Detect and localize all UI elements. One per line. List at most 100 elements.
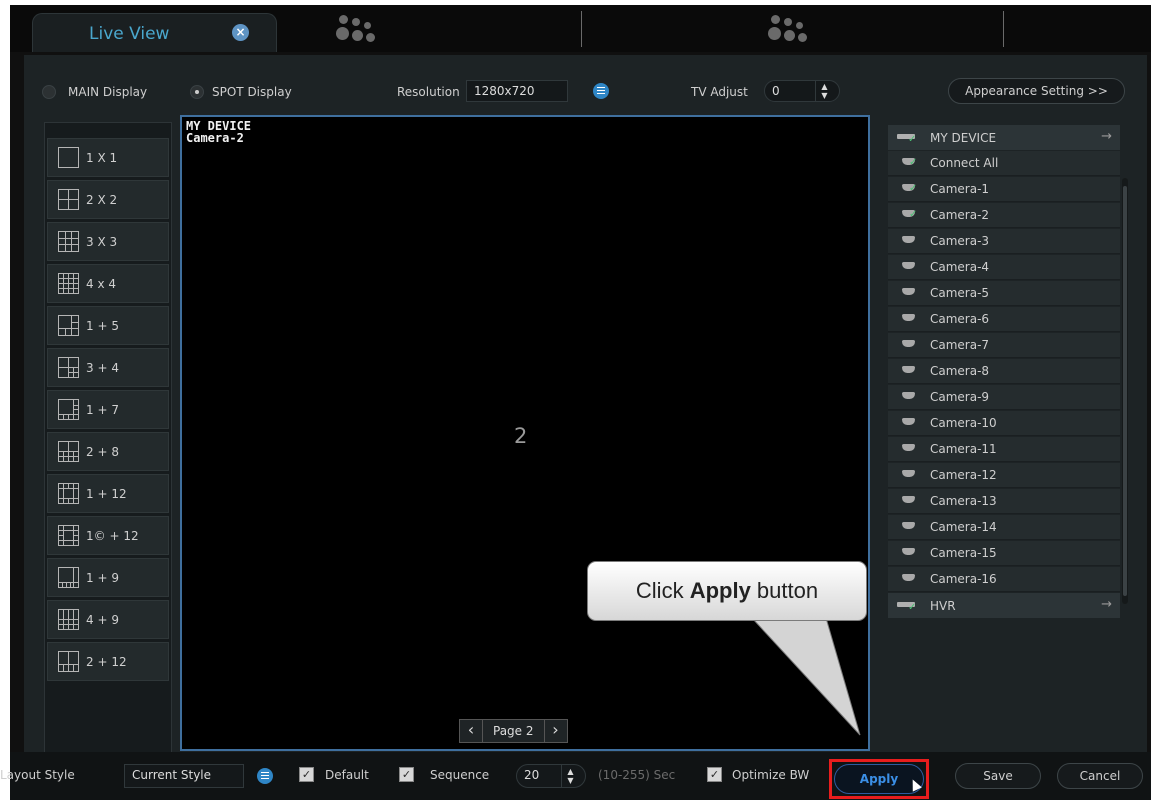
- callout-text: button: [750, 578, 819, 603]
- main-display-radio[interactable]: [42, 85, 56, 99]
- spinner-icon[interactable]: ▲ ▼: [815, 80, 833, 102]
- camera-row[interactable]: Camera-2: [888, 203, 1120, 228]
- arrow-right-icon[interactable]: →: [1101, 129, 1112, 144]
- camera-row[interactable]: Camera-12: [888, 463, 1120, 488]
- camera-row[interactable]: Camera-9: [888, 385, 1120, 410]
- callout-box: Click Apply button: [587, 561, 867, 621]
- sequence-field[interactable]: 20 ▲ ▼: [516, 764, 586, 788]
- layout-item[interactable]: 1 + 9: [47, 558, 169, 597]
- layout-4x4-icon: [58, 273, 79, 294]
- save-button[interactable]: Save: [955, 763, 1041, 789]
- camera-row[interactable]: Camera-7: [888, 333, 1120, 358]
- layout-item[interactable]: 4 + 9: [47, 600, 169, 639]
- cancel-button[interactable]: Cancel: [1057, 763, 1143, 789]
- layout-label: 4 + 9: [86, 612, 119, 627]
- camera-label: Camera-1: [930, 182, 990, 196]
- scrollbar[interactable]: [1122, 178, 1128, 604]
- chevron-left-icon[interactable]: ‹: [459, 719, 483, 743]
- layout-item[interactable]: 1 + 7: [47, 390, 169, 429]
- layout-2plus12-icon: [58, 651, 79, 672]
- connect-all-label: Connect All: [930, 156, 999, 170]
- layout-label: 4 x 4: [86, 276, 116, 291]
- page-label: Page 2: [483, 719, 544, 743]
- camera-icon: [898, 364, 920, 378]
- optimize-bw-label: Optimize BW: [732, 768, 810, 782]
- layout-label: 3 X 3: [86, 234, 118, 249]
- spinner-icon[interactable]: ▲ ▼: [561, 765, 579, 787]
- scrollbar-thumb[interactable]: [1123, 186, 1127, 596]
- camera-row[interactable]: Camera-5: [888, 281, 1120, 306]
- camera-row[interactable]: Camera-1: [888, 177, 1120, 202]
- tab-separator: [1003, 11, 1004, 47]
- live-view-window: Live View × MAIN Display SPOT Display Re: [0, 5, 1151, 800]
- optimize-bw-checkbox[interactable]: ✓: [707, 767, 722, 782]
- list-icon[interactable]: [593, 83, 609, 99]
- device-row-my-device[interactable]: MY DEVICE →: [888, 125, 1120, 150]
- arrow-right-icon[interactable]: →: [1101, 597, 1112, 612]
- device-row-hvr[interactable]: HVR →: [888, 593, 1120, 618]
- camera-row[interactable]: Camera-15: [888, 541, 1120, 566]
- camera-label: Camera-3: [930, 234, 990, 248]
- default-checkbox[interactable]: ✓: [299, 767, 314, 782]
- camera-row[interactable]: Camera-10: [888, 411, 1120, 436]
- main-panel: MAIN Display SPOT Display Resolution 128…: [24, 55, 1147, 795]
- layout-item[interactable]: 3 X 3: [47, 222, 169, 261]
- layout-label: 1 + 9: [86, 570, 119, 585]
- camera-icon: [898, 312, 920, 326]
- layout-item[interactable]: 1 + 5: [47, 306, 169, 345]
- camera-row[interactable]: Camera-8: [888, 359, 1120, 384]
- camera-icon: [898, 390, 920, 404]
- list-icon[interactable]: [257, 768, 273, 784]
- layout-1plus5-icon: [58, 315, 79, 336]
- layout-item[interactable]: 2 + 12: [47, 642, 169, 681]
- tab-live-view[interactable]: Live View ×: [32, 13, 277, 52]
- camera-row[interactable]: Camera-16: [888, 567, 1120, 592]
- sequence-value: 20: [524, 768, 540, 782]
- camera-row[interactable]: Camera-3: [888, 229, 1120, 254]
- camera-label: Camera-6: [930, 312, 990, 326]
- tab-bar: Live View ×: [10, 5, 1151, 52]
- camera-row[interactable]: Camera-14: [888, 515, 1120, 540]
- camera-label: Camera-16: [930, 572, 997, 586]
- layout-4plus9-icon: [58, 609, 79, 630]
- default-label: Default: [325, 768, 369, 782]
- bottom-bar: Layout Style Current Style ✓ Default ✓ S…: [0, 752, 1151, 800]
- layout-3plus4-icon: [58, 357, 79, 378]
- layout-label: 1 + 5: [86, 318, 119, 333]
- live-viewport[interactable]: MY DEVICE Camera-2 2 ‹ Page 2 ›: [180, 115, 870, 751]
- device-label: HVR: [930, 598, 956, 613]
- layout-label: 1© + 12: [86, 528, 139, 543]
- layout-label: 1 + 7: [86, 402, 119, 417]
- viewport-channel-info: MY DEVICE Camera-2: [186, 120, 251, 144]
- logo-icon: [760, 13, 820, 47]
- layout-2plus8-icon: [58, 441, 79, 462]
- camera-row[interactable]: Camera-11: [888, 437, 1120, 462]
- spot-display-radio[interactable]: [190, 85, 204, 99]
- camera-row[interactable]: Camera-4: [888, 255, 1120, 280]
- layout-item[interactable]: 1 X 1: [47, 138, 169, 177]
- camera-icon: [898, 546, 920, 560]
- connect-all-row[interactable]: Connect All: [888, 151, 1120, 176]
- layout-item[interactable]: 3 + 4: [47, 348, 169, 387]
- camera-row[interactable]: Camera-6: [888, 307, 1120, 332]
- layout-label: 1 X 1: [86, 150, 118, 165]
- chevron-right-icon[interactable]: ›: [543, 719, 568, 743]
- pager: ‹ Page 2 ›: [459, 719, 568, 743]
- tv-adjust-field[interactable]: 0 ▲ ▼: [764, 80, 840, 102]
- device-label: MY DEVICE: [930, 130, 997, 145]
- layout-item[interactable]: 1 + 12: [47, 474, 169, 513]
- layout-item[interactable]: 4 x 4: [47, 264, 169, 303]
- appearance-setting-button[interactable]: Appearance Setting >>: [948, 78, 1125, 104]
- layout-item[interactable]: 2 + 8: [47, 432, 169, 471]
- layout-item[interactable]: 1© + 12: [47, 516, 169, 555]
- camera-label: Camera-9: [930, 390, 990, 404]
- camera-label: Camera-7: [930, 338, 990, 352]
- sequence-checkbox[interactable]: ✓: [399, 767, 414, 782]
- close-icon[interactable]: ×: [232, 24, 249, 41]
- camera-row[interactable]: Camera-13: [888, 489, 1120, 514]
- layout-1plus12-icon: [58, 483, 79, 504]
- layout-style-field[interactable]: Current Style: [124, 764, 244, 788]
- resolution-field[interactable]: 1280x720: [466, 80, 568, 102]
- layout-3x3-icon: [58, 231, 79, 252]
- layout-item[interactable]: 2 X 2: [47, 180, 169, 219]
